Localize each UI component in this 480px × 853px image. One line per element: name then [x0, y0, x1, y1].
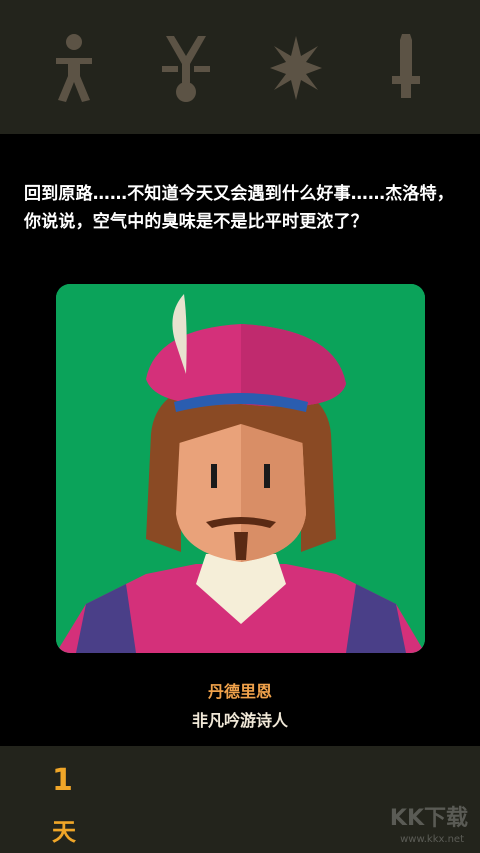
day-counter-number: 1: [52, 763, 73, 798]
stats-bar: [0, 0, 480, 134]
person-icon: [46, 32, 102, 104]
staff-icon: [158, 32, 214, 104]
character-portrait[interactable]: [56, 284, 425, 653]
character-name: 丹德里恩: [207, 682, 272, 701]
star-icon: [268, 32, 324, 104]
dialogue-text: 回到原路……不知道今天又会遇到什么好事……杰洛特，你说说，空气中的臭味是不是比平…: [24, 184, 454, 232]
watermark-url: www.kkx.net: [400, 834, 464, 845]
day-counter-unit: 天: [52, 818, 76, 846]
character-title: 非凡吟游诗人: [191, 711, 288, 730]
watermark-logo: KK下载: [389, 806, 468, 831]
sword-icon: [378, 32, 434, 104]
